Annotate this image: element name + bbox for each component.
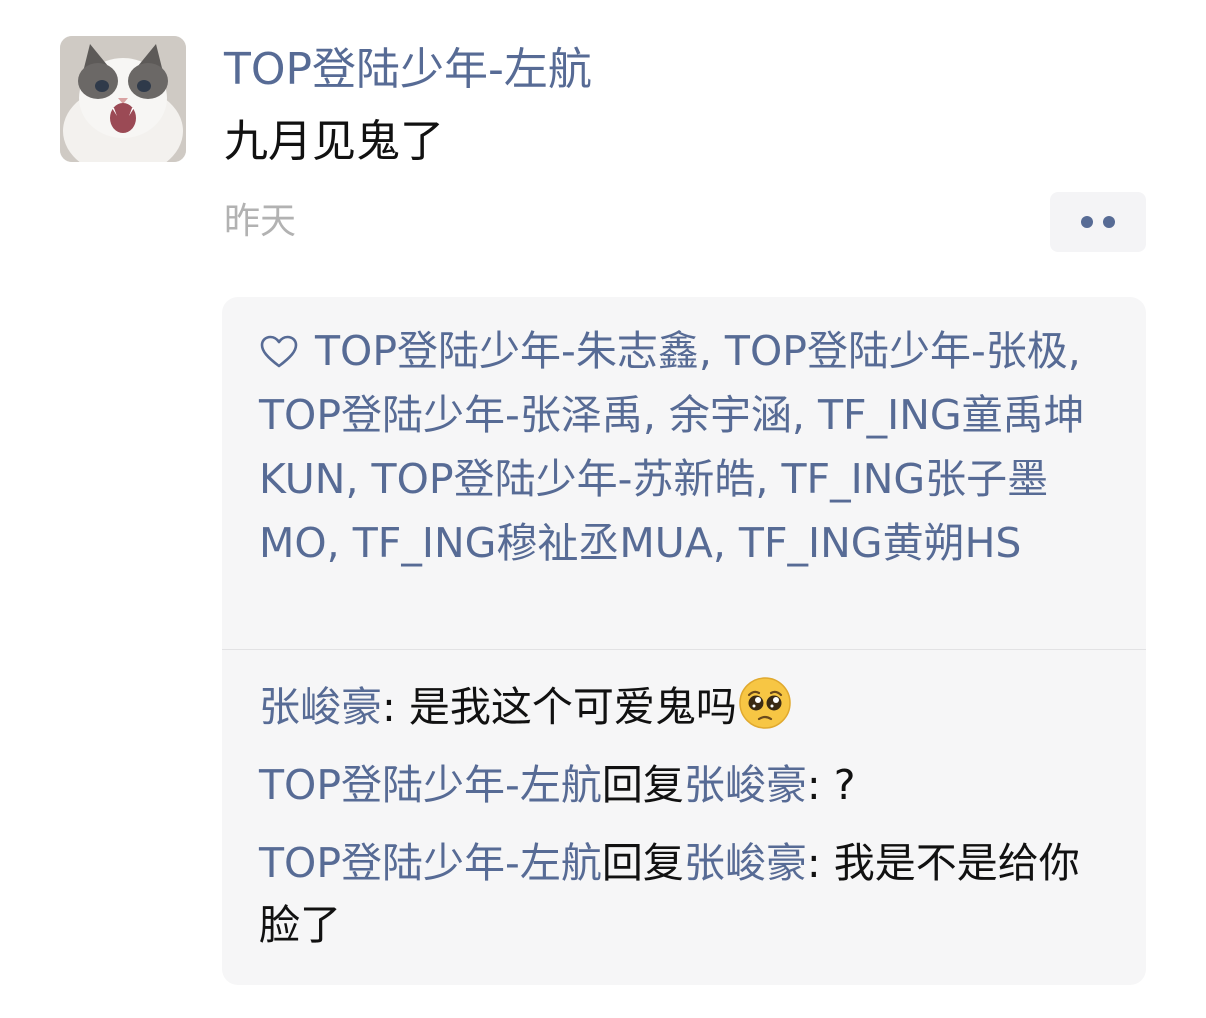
post-time: 昨天: [224, 201, 297, 242]
comment-author[interactable]: 张峻豪: [259, 683, 382, 731]
comment-text: ?: [833, 761, 856, 809]
like-separator: ,: [712, 519, 739, 567]
reply-to-name[interactable]: 张峻豪: [684, 761, 807, 809]
heart-outline-icon: [260, 335, 298, 368]
comment-author[interactable]: TOP登陆少年-左航: [259, 761, 602, 809]
author-avatar[interactable]: [60, 36, 186, 162]
dot-icon: [1103, 216, 1115, 228]
cat-avatar-icon: [60, 36, 186, 162]
comment-colon: :: [806, 761, 834, 809]
more-actions-button[interactable]: [1050, 192, 1146, 252]
dot-icon: [1081, 216, 1093, 228]
like-separator: ,: [755, 455, 782, 503]
comment-item[interactable]: 张峻豪: 是我这个可爱鬼吗: [259, 675, 1117, 738]
comment-colon: :: [806, 839, 834, 887]
divider: [222, 649, 1146, 650]
likes-list: TOP登陆少年-朱志鑫, TOP登陆少年-张极, TOP登陆少年-张泽禹, 余宇…: [259, 319, 1117, 575]
like-name[interactable]: TF_ING穆祉丞MUA: [353, 519, 713, 567]
like-names: TOP登陆少年-朱志鑫, TOP登陆少年-张极, TOP登陆少年-张泽禹, 余宇…: [259, 327, 1085, 567]
like-separator: ,: [1067, 327, 1081, 375]
comment-text: 是我这个可爱鬼吗: [408, 683, 737, 731]
like-separator: ,: [345, 455, 372, 503]
like-separator: ,: [326, 519, 353, 567]
moments-post: TOP登陆少年-左航 九月见鬼了 昨天 TOP登陆少年-朱志鑫, TOP登陆少年…: [0, 0, 1206, 1018]
comment-item[interactable]: TOP登陆少年-左航回复张峻豪: 我是不是给你脸了: [259, 832, 1117, 956]
reply-word: 回复: [601, 839, 684, 887]
interaction-panel: TOP登陆少年-朱志鑫, TOP登陆少年-张极, TOP登陆少年-张泽禹, 余宇…: [222, 297, 1146, 985]
reply-to-name[interactable]: 张峻豪: [684, 839, 807, 887]
like-name[interactable]: TOP登陆少年-苏新皓: [372, 455, 756, 503]
reply-word: 回复: [601, 761, 684, 809]
like-name[interactable]: 余宇涵: [669, 391, 792, 439]
comment-colon: :: [382, 683, 409, 731]
like-separator: ,: [642, 391, 669, 439]
like-separator: ,: [791, 391, 818, 439]
post-content: 九月见鬼了: [224, 116, 444, 167]
comment-item[interactable]: TOP登陆少年-左航回复张峻豪: ?: [259, 754, 1117, 816]
comment-author[interactable]: TOP登陆少年-左航: [259, 839, 602, 887]
pleading-face-emoji-icon: [739, 677, 791, 729]
post-author-name[interactable]: TOP登陆少年-左航: [224, 42, 592, 98]
like-name[interactable]: TOP登陆少年-朱志鑫: [315, 327, 699, 375]
comments-list: 张峻豪: 是我这个可爱鬼吗 TOP登陆少年-左航回复张峻豪: ? TOP登陆少年…: [259, 675, 1117, 972]
like-separator: ,: [698, 327, 725, 375]
like-name[interactable]: TOP登陆少年-张极: [725, 327, 1068, 375]
like-name[interactable]: TF_ING黄朔HS: [739, 519, 1022, 567]
like-name[interactable]: TOP登陆少年-张泽禹: [259, 391, 643, 439]
